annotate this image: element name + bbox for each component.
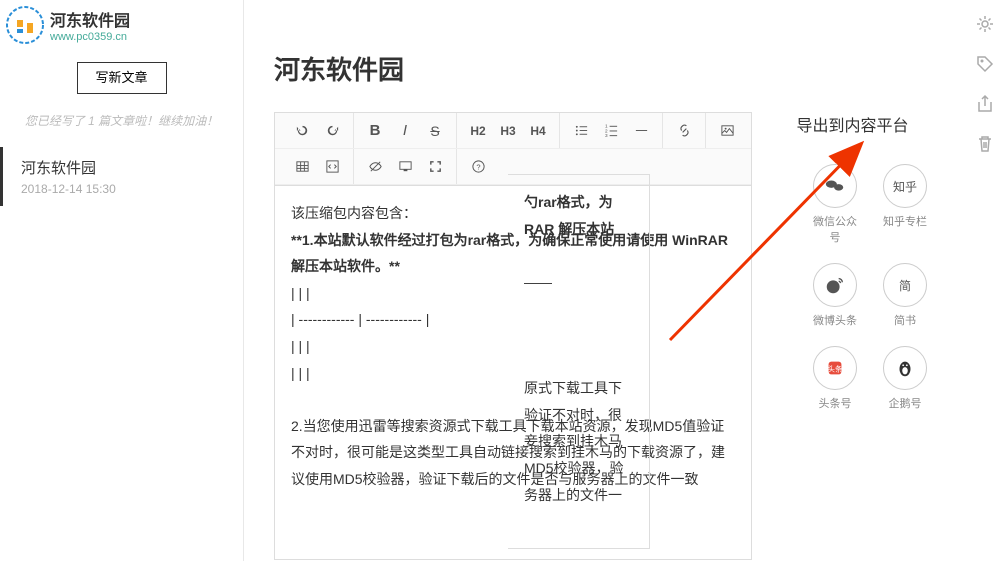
platform-wechat[interactable]: 微信公众号 — [809, 164, 861, 245]
code-button[interactable] — [317, 153, 347, 181]
watermark: 河东软件园 www.pc0359.cn — [5, 5, 130, 45]
right-toolbar — [962, 0, 1008, 561]
italic-button[interactable]: I — [390, 117, 420, 145]
fullscreen-button[interactable] — [420, 153, 450, 181]
image-button[interactable] — [712, 117, 742, 145]
zhihu-icon: 知乎 — [883, 164, 927, 208]
article-title: 河东软件园 — [21, 157, 225, 178]
export-panel: 导出到内容平台 微信公众号 知乎 知乎专栏 微博头条 简 简书 — [752, 112, 931, 560]
penguin-icon — [883, 346, 927, 390]
sidebar-hint: 您已经写了 1 篇文章啦！继续加油！ — [0, 112, 243, 129]
h4-button[interactable]: H4 — [523, 117, 553, 145]
platform-zhihu[interactable]: 知乎 知乎专栏 — [879, 164, 931, 245]
svg-text:?: ? — [476, 162, 480, 171]
watermark-title: 河东软件园 — [50, 7, 130, 31]
watermark-logo-icon — [5, 5, 45, 45]
ordered-list-button[interactable]: 123 — [596, 117, 626, 145]
live-preview-button[interactable] — [390, 153, 420, 181]
settings-icon[interactable] — [975, 14, 995, 34]
h2-button[interactable]: H2 — [463, 117, 493, 145]
svg-text:3: 3 — [604, 133, 607, 138]
trash-icon[interactable] — [975, 134, 995, 154]
undo-button[interactable] — [287, 117, 317, 145]
tag-icon[interactable] — [975, 54, 995, 74]
page-title: 河东软件园 — [274, 50, 931, 87]
platform-grid: 微信公众号 知乎 知乎专栏 微博头条 简 简书 头条 头条号 — [774, 164, 931, 411]
export-title: 导出到内容平台 — [774, 112, 931, 136]
preview-pane: 勺rar格式，为 RAR 解压本站 —— 原式下载工具下 验证不对时，很 妾搜索… — [508, 174, 650, 549]
table-button[interactable] — [287, 153, 317, 181]
platform-jianshu[interactable]: 简 简书 — [879, 263, 931, 328]
watermark-url: www.pc0359.cn — [50, 31, 130, 43]
link-button[interactable] — [669, 117, 699, 145]
toutiao-icon: 头条 — [813, 346, 857, 390]
article-date: 2018-12-14 15:30 — [21, 182, 225, 196]
unordered-list-button[interactable] — [566, 117, 596, 145]
new-article-button[interactable]: 写新文章 — [77, 62, 167, 94]
sidebar: 写新文章 您已经写了 1 篇文章啦！继续加油！ 河东软件园 2018-12-14… — [0, 0, 244, 561]
article-list-item[interactable]: 河东软件园 2018-12-14 15:30 — [0, 147, 243, 206]
h3-button[interactable]: H3 — [493, 117, 523, 145]
svg-text:头条: 头条 — [828, 365, 843, 374]
bold-button[interactable]: B — [360, 117, 390, 145]
weibo-icon — [813, 263, 857, 307]
strikethrough-button[interactable]: S — [420, 117, 450, 145]
wechat-icon — [813, 164, 857, 208]
platform-toutiao[interactable]: 头条 头条号 — [809, 346, 861, 411]
redo-button[interactable] — [317, 117, 347, 145]
platform-penguin[interactable]: 企鹅号 — [879, 346, 931, 411]
hr-button[interactable] — [626, 117, 656, 145]
help-button[interactable]: ? — [463, 153, 493, 181]
preview-toggle-button[interactable] — [360, 153, 390, 181]
jianshu-icon: 简 — [883, 263, 927, 307]
export-icon[interactable] — [975, 94, 995, 114]
platform-weibo[interactable]: 微博头条 — [809, 263, 861, 328]
